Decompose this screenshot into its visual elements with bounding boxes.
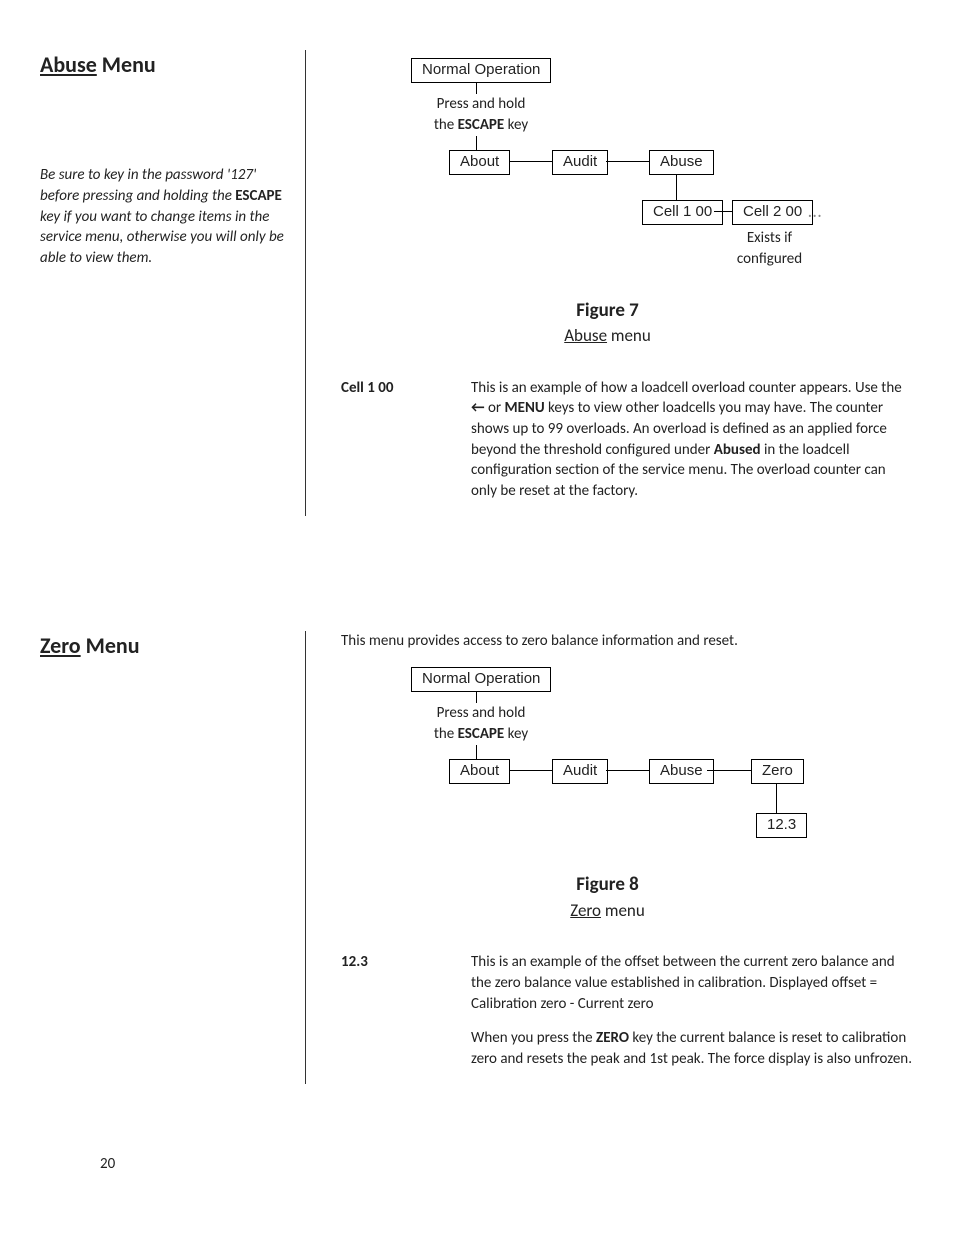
abuse-menu-heading: Abuse Menu [40,50,287,80]
node-about-2: About [449,759,510,784]
node-cell-2: Cell 2 00 [732,200,813,225]
zero-menu-heading-underline: Zero [40,632,81,659]
cell1-body: This is an example of how a loadcell ove… [471,378,914,516]
zero-value-body: This is an example of the offset between… [471,952,914,1083]
figure-8-caption: Figure 8 Zero menu [341,872,874,922]
zero-menu-heading-rest: Menu [81,632,140,659]
left-arrow-icon: ← [471,399,485,417]
node-abuse-2: Abuse [649,759,714,784]
zero-value-definition: 12.3 This is an example of the offset be… [341,952,914,1083]
figure-7-diagram: Normal Operation Press and hold the ESCA… [381,58,914,288]
node-normal-operation: Normal Operation [411,58,551,83]
node-dots: ··· [808,206,822,227]
node-about: About [449,150,510,175]
abuse-menu-heading-rest: Menu [97,51,156,78]
node-press-hold-2: Press and hold the ESCAPE key [426,703,536,744]
node-press-hold: Press and hold the ESCAPE key [426,94,536,135]
node-audit-2: Audit [552,759,608,784]
node-zero: Zero [751,759,804,784]
page-number: 20 [100,1154,914,1175]
node-abuse: Abuse [649,150,714,175]
node-cell-1: Cell 1 00 [642,200,723,225]
abuse-sidenote: Be sure to key in the password '127' bef… [40,165,287,268]
node-zero-value: 12.3 [756,813,807,838]
abuse-menu-heading-underline: Abuse [40,51,97,78]
figure-8-diagram: Normal Operation Press and hold the ESCA… [381,667,914,862]
cell1-term: Cell 1 00 [341,378,471,516]
zero-menu-intro: This menu provides access to zero balanc… [341,631,914,652]
node-audit: Audit [552,150,608,175]
figure-7-caption: Figure 7 Abuse menu [341,298,874,348]
zero-value-term: 12.3 [341,952,471,1083]
node-exists-if-configured: Exists if configured [732,228,807,269]
node-normal-operation-2: Normal Operation [411,667,551,692]
cell1-definition: Cell 1 00 This is an example of how a lo… [341,378,914,516]
zero-menu-heading: Zero Menu [40,631,287,661]
